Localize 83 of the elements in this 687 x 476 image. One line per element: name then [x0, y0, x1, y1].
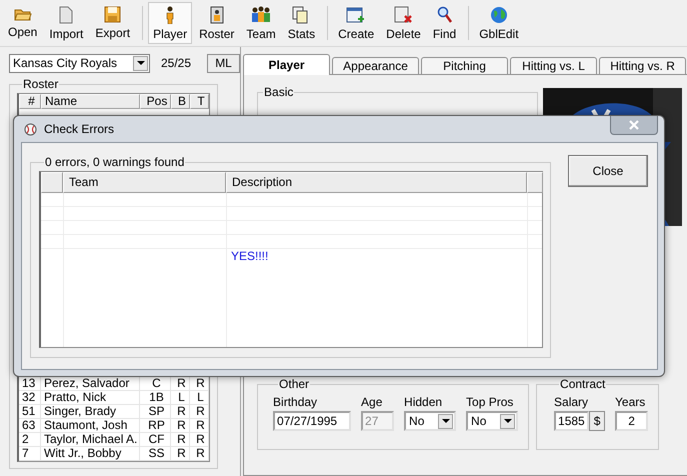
- top-pros-dropdown[interactable]: No: [466, 411, 518, 431]
- table-cell: SS: [140, 447, 171, 461]
- tab[interactable]: Appearance: [332, 57, 420, 75]
- column-header[interactable]: Pos: [140, 94, 171, 109]
- toolbar-button[interactable]: Open: [3, 2, 42, 44]
- birthday-field[interactable]: 07/27/1995: [273, 411, 352, 431]
- close-icon: [629, 120, 639, 130]
- years-field[interactable]: 2: [615, 411, 648, 431]
- table-cell: R: [171, 433, 190, 447]
- column-header[interactable]: Name: [41, 94, 140, 109]
- toolbar-button[interactable]: Create: [333, 2, 380, 44]
- top-pros-label: Top Pros: [466, 395, 514, 409]
- team-dropdown[interactable]: Kansas City Royals: [9, 54, 150, 72]
- person-icon: [165, 6, 176, 24]
- salary-field[interactable]: 1585: [554, 411, 590, 431]
- table-cell: R: [190, 447, 209, 461]
- years-label: Years: [615, 395, 646, 409]
- message-text: YES!!!!: [231, 249, 268, 263]
- dialog-title: Check Errors: [44, 122, 114, 136]
- basic-title: Basic: [263, 85, 294, 99]
- stacked-pages-icon: [292, 6, 310, 24]
- toolbar-button[interactable]: Export: [90, 2, 136, 44]
- currency-button[interactable]: $: [589, 411, 606, 431]
- table-cell: 63: [19, 419, 41, 433]
- toolbar-button[interactable]: Player: [148, 2, 192, 44]
- roster-count: 25/25: [161, 56, 192, 70]
- table-cell: Taylor, Michael A.: [41, 433, 140, 447]
- column-header[interactable]: T: [190, 94, 209, 109]
- table-cell: Staumont, Josh: [41, 419, 140, 433]
- table-cell: R: [171, 447, 190, 461]
- globe-icon: [490, 6, 508, 24]
- tab[interactable]: Pitching: [421, 57, 508, 75]
- age-label: Age: [361, 395, 384, 409]
- column-header[interactable]: B: [171, 94, 190, 109]
- table-cell: CF: [140, 433, 171, 447]
- other-title: Other: [278, 377, 310, 391]
- results-summary: 0 errors, 0 warnings found: [44, 155, 186, 169]
- table-cell: 7: [19, 447, 41, 461]
- tab[interactable]: Hitting vs. L: [510, 57, 598, 75]
- toolbar-button[interactable]: Stats: [282, 2, 320, 44]
- table-cell: R: [171, 419, 190, 433]
- birthday-label: Birthday: [273, 395, 318, 409]
- hidden-dropdown[interactable]: No: [404, 411, 456, 431]
- table-cell: Singer, Brady: [41, 405, 140, 419]
- delete-document-icon: [394, 6, 414, 24]
- column-header[interactable]: #: [19, 94, 41, 109]
- tab[interactable]: Player: [243, 54, 330, 75]
- column-header[interactable]: Team: [63, 172, 226, 193]
- table-cell: 1B: [140, 391, 171, 405]
- table-cell: L: [190, 391, 209, 405]
- table-cell: R: [190, 419, 209, 433]
- table-cell: L: [171, 391, 190, 405]
- tab[interactable]: Hitting vs. R: [599, 57, 686, 75]
- column-header[interactable]: Description: [226, 172, 527, 193]
- table-cell: Witt Jr., Bobby: [41, 447, 140, 461]
- toolbar-button[interactable]: Delete: [381, 2, 426, 44]
- table-cell: 2: [19, 433, 41, 447]
- table-cell: 51: [19, 405, 41, 419]
- search-icon: [436, 6, 453, 24]
- roster-card-icon: [210, 6, 224, 24]
- document-icon: [59, 6, 74, 24]
- table-cell: Pratto, Nick: [41, 391, 140, 405]
- contract-title: Contract: [559, 377, 606, 391]
- toolbar-button[interactable]: Team: [241, 2, 281, 44]
- table-cell: 32: [19, 391, 41, 405]
- people-icon: [250, 6, 272, 24]
- table-cell: R: [190, 433, 209, 447]
- table-cell: R: [190, 405, 209, 419]
- close-button[interactable]: [610, 116, 658, 135]
- hidden-label: Hidden: [404, 395, 444, 409]
- ml-button[interactable]: ML: [207, 54, 240, 72]
- toolbar-button[interactable]: Find: [428, 2, 462, 44]
- toolbar-button[interactable]: Roster: [194, 2, 240, 44]
- table-cell: RP: [140, 419, 171, 433]
- new-window-icon: [346, 6, 366, 24]
- roster-title: Roster: [22, 77, 60, 91]
- close-dialog-button[interactable]: Close: [568, 155, 648, 187]
- toolbar-button[interactable]: Import: [44, 2, 88, 44]
- toolbar-button[interactable]: GblEdit: [474, 2, 524, 44]
- baseball-icon: [24, 122, 37, 136]
- table-cell: SP: [140, 405, 171, 419]
- table-cell: R: [171, 405, 190, 419]
- salary-label: Salary: [554, 395, 590, 409]
